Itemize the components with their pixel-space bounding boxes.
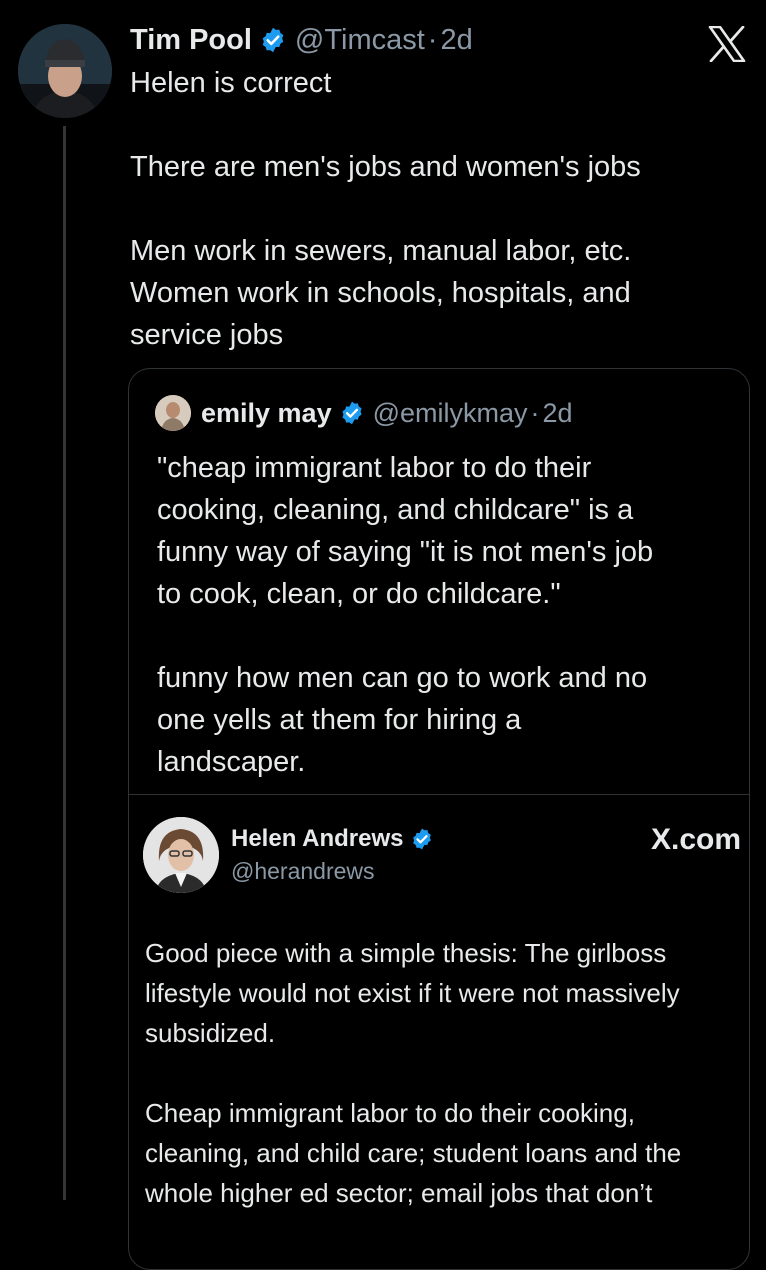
- quoted-tweet-time: 2d: [542, 397, 573, 428]
- verified-badge-icon: [339, 400, 365, 426]
- quoted-author-avatar: [155, 395, 191, 431]
- embedded-post-image: Helen Andrews @herandrews X.com Good pie…: [129, 794, 749, 1269]
- verified-badge-icon: [410, 827, 434, 851]
- quoted-author-handle: @emilykmay: [372, 397, 528, 428]
- embedded-author-handle: @herandrews: [231, 858, 375, 884]
- quoted-author-name: emily may: [201, 397, 332, 428]
- embedded-author-name-row: Helen Andrews: [231, 825, 434, 853]
- embedded-post-text: Good piece with a simple thesis: The gir…: [145, 938, 682, 1208]
- author-handle[interactable]: @Timcast: [295, 24, 425, 57]
- quoted-tweet-header: emily may @emilykmay · 2d: [155, 393, 573, 433]
- embedded-author-avatar: [143, 817, 219, 893]
- thread-line: [63, 126, 66, 1200]
- tweet-text: Helen is correct There are men's jobs an…: [130, 67, 641, 351]
- separator-dot: ·: [427, 23, 438, 56]
- author-avatar[interactable]: [18, 24, 112, 118]
- embedded-site-label: X.com: [650, 823, 741, 856]
- x-logo-icon: [708, 25, 746, 63]
- tweet-time[interactable]: 2d: [440, 24, 472, 57]
- verified-badge-icon: [259, 26, 287, 54]
- separator-dot: ·: [530, 397, 540, 428]
- quoted-tweet-card[interactable]: emily may @emilykmay · 2d "cheap immigra…: [128, 368, 750, 1270]
- quoted-tweet-text: "cheap immigrant labor to do their cooki…: [157, 452, 654, 778]
- author-name[interactable]: Tim Pool: [130, 24, 252, 57]
- tweet-header: Tim Pool @Timcast · 2d: [130, 20, 473, 60]
- embedded-author-name: Helen Andrews: [231, 825, 404, 852]
